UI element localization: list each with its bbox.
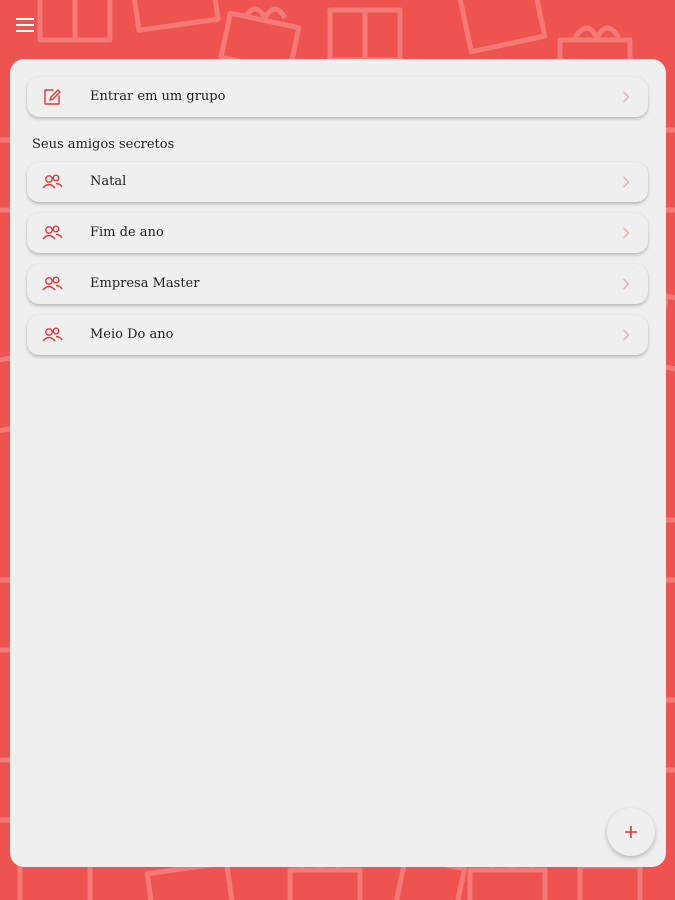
group-row-natal[interactable]: Natal — [27, 162, 648, 202]
people-icon — [42, 276, 63, 291]
group-row-empresa-master[interactable]: Empresa Master — [27, 264, 648, 304]
group-label: Fim de ano — [90, 225, 164, 240]
menu-button[interactable] — [12, 12, 38, 38]
group-label: Meio Do ano — [90, 327, 174, 342]
section-title: Seus amigos secretos — [32, 137, 175, 152]
group-row-fim-de-ano[interactable]: Fim de ano — [27, 213, 648, 253]
chevron-right-icon — [623, 329, 630, 341]
chevron-right-icon — [623, 91, 630, 103]
people-icon — [42, 225, 63, 240]
main-panel: Entrar em um grupo Seus amigos secretos … — [10, 59, 666, 867]
add-group-button[interactable] — [607, 808, 655, 856]
group-row-meio-do-ano[interactable]: Meio Do ano — [27, 315, 648, 355]
chevron-right-icon — [623, 278, 630, 290]
edit-box-icon — [44, 89, 61, 105]
join-group-row[interactable]: Entrar em um grupo — [27, 77, 648, 117]
chevron-right-icon — [623, 176, 630, 188]
hamburger-menu-icon — [16, 18, 34, 32]
people-icon — [42, 174, 63, 189]
group-label: Natal — [90, 174, 127, 189]
chevron-right-icon — [623, 227, 630, 239]
group-label: Empresa Master — [90, 276, 200, 291]
join-group-label: Entrar em um grupo — [90, 89, 226, 104]
plus-icon — [625, 826, 637, 838]
people-icon — [42, 327, 63, 342]
